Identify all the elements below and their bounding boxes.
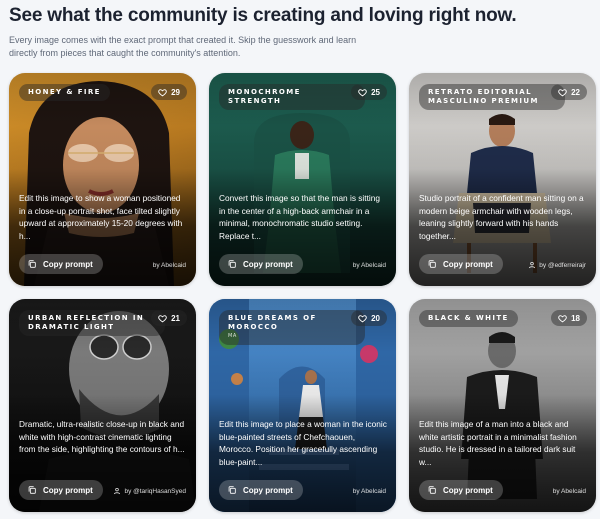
card-author[interactable]: by @tariqHasanSyed xyxy=(113,487,186,495)
like-button[interactable]: 20 xyxy=(351,310,387,326)
card-description: Edit this image to show a woman position… xyxy=(19,193,183,241)
copy-icon xyxy=(228,486,236,494)
copy-prompt-button[interactable]: Copy prompt xyxy=(219,254,303,274)
page-title: See what the community is creating and l… xyxy=(9,5,517,26)
copy-prompt-button[interactable]: Copy prompt xyxy=(19,480,103,500)
card-tag: BLACK & WHITE xyxy=(419,310,518,327)
card-author[interactable]: by Abelcaid xyxy=(153,262,186,269)
card-description: Edit this image of a man into a black an… xyxy=(419,419,577,467)
author-name: by @edferreirajr xyxy=(539,261,586,269)
copy-prompt-button[interactable]: Copy prompt xyxy=(219,480,303,500)
page-subtitle: Every image comes with the exact prompt … xyxy=(9,35,357,58)
card-author[interactable]: by @edferreirajr xyxy=(528,261,586,269)
like-count: 21 xyxy=(171,313,180,323)
gallery-card-black-white[interactable]: BLACK & WHITE 18 Edit this image of a ma… xyxy=(409,299,596,512)
like-button[interactable]: 22 xyxy=(551,84,587,100)
heart-icon xyxy=(158,314,167,322)
like-count: 22 xyxy=(571,87,580,97)
copy-prompt-label: Copy prompt xyxy=(243,485,293,495)
author-name: by Abelcaid xyxy=(152,262,186,269)
like-count: 25 xyxy=(371,87,380,97)
copy-prompt-label: Copy prompt xyxy=(243,259,293,269)
card-description: Convert this image so that the man is si… xyxy=(219,193,380,241)
heart-icon xyxy=(558,88,567,96)
like-button[interactable]: 25 xyxy=(351,84,387,100)
copy-prompt-label: Copy prompt xyxy=(43,485,93,495)
like-button[interactable]: 18 xyxy=(551,310,587,326)
author-name: by @tariqHasanSyed xyxy=(124,487,186,495)
author-name: by Abelcaid xyxy=(352,262,386,269)
copy-icon xyxy=(28,260,36,268)
card-author[interactable]: by Abelcaid xyxy=(553,488,586,495)
author-name: by Abelcaid xyxy=(352,488,386,495)
copy-prompt-label: Copy prompt xyxy=(443,259,493,269)
copy-prompt-label: Copy prompt xyxy=(43,259,93,269)
card-tag: HONEY & FIRE xyxy=(19,84,110,101)
copy-icon xyxy=(28,486,36,494)
heart-icon xyxy=(358,88,367,96)
card-tag: BLUE DREAMS OF MOROCCO MA xyxy=(219,310,365,345)
copy-prompt-label: Copy prompt xyxy=(443,485,493,495)
card-description: Edit this image to place a woman in the … xyxy=(219,419,387,467)
like-count: 29 xyxy=(171,87,180,97)
card-tag-subtitle: MA xyxy=(228,333,237,339)
copy-icon xyxy=(428,260,436,268)
user-icon xyxy=(529,262,536,269)
card-description: Studio portrait of a confident man sitti… xyxy=(419,193,584,241)
card-description: Dramatic, ultra-realistic close-up in bl… xyxy=(19,419,185,454)
like-button[interactable]: 21 xyxy=(151,310,187,326)
like-button[interactable]: 29 xyxy=(151,84,187,100)
card-author[interactable]: by Abelcaid xyxy=(353,488,386,495)
heart-icon xyxy=(558,314,567,322)
card-tag: MONOCHROME STRENGTH xyxy=(219,84,365,110)
like-count: 18 xyxy=(571,313,580,323)
card-tag: RETRATO EDITORIAL MASCULINO PREMIUM xyxy=(419,84,565,110)
user-icon xyxy=(114,488,121,495)
copy-prompt-button[interactable]: Copy prompt xyxy=(419,480,503,500)
gallery-card-blue-dreams-morocco[interactable]: BLUE DREAMS OF MOROCCO MA 20 Edit this i… xyxy=(209,299,396,512)
gallery-card-retrato-editorial[interactable]: RETRATO EDITORIAL MASCULINO PREMIUM 22 S… xyxy=(409,73,596,286)
page-header: See what the community is creating and l… xyxy=(9,4,594,60)
gallery-card-monochrome-strength[interactable]: MONOCHROME STRENGTH 25 Convert this imag… xyxy=(209,73,396,286)
card-tag: URBAN REFLECTION IN DRAMATIC LIGHT xyxy=(19,310,165,336)
copy-icon xyxy=(428,486,436,494)
copy-prompt-button[interactable]: Copy prompt xyxy=(419,254,503,274)
copy-icon xyxy=(228,260,236,268)
gallery-card-honey-fire[interactable]: HONEY & FIRE 29 Edit this image to show … xyxy=(9,73,196,286)
card-author[interactable]: by Abelcaid xyxy=(353,262,386,269)
copy-prompt-button[interactable]: Copy prompt xyxy=(19,254,103,274)
gallery-card-urban-reflection[interactable]: URBAN REFLECTION IN DRAMATIC LIGHT 21 Dr… xyxy=(9,299,196,512)
heart-icon xyxy=(158,88,167,96)
like-count: 20 xyxy=(371,313,380,323)
card-tag-title: BLUE DREAMS OF MOROCCO xyxy=(228,314,317,331)
heart-icon xyxy=(358,314,367,322)
author-name: by Abelcaid xyxy=(552,488,586,495)
